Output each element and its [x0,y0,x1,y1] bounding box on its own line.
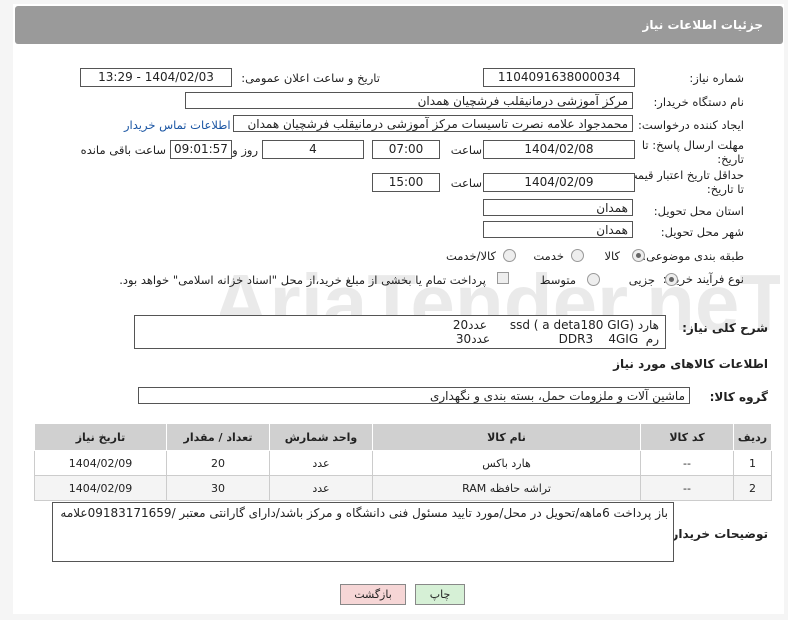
cell-code: -- [640,475,734,501]
goods-section-title: اطلاعات کالاهای مورد نیاز [613,357,768,371]
goods-group-label: گروه کالا: [709,390,768,404]
validity-label: حداقل تاریخ اعتبار قیمت: [622,168,744,182]
announce-field: 1404/02/03 - 13:29 [80,68,232,87]
page-header: جزئیات اطلاعات نیاز [15,6,783,44]
table-row: 2 -- تراشه حافظه RAM عدد 30 1404/02/09 [34,475,772,501]
validity-date-field: 1404/02/09 [483,173,635,192]
column-header-date: تاریخ نیاز [34,423,167,451]
table-header-row: ردیف کد کالا نام کالا واحد شمارش تعداد /… [34,423,772,451]
validity-time-field: 15:00 [372,173,440,192]
category-radio-both[interactable] [503,249,516,262]
cell-name: هارد باکس [372,450,641,476]
goods-table: ردیف کد کالا نام کالا واحد شمارش تعداد /… [34,423,772,501]
city-field: همدان [483,221,633,238]
column-header-name: نام کالا [372,423,641,451]
column-header-index: ردیف [733,423,772,451]
cell-qty: 30 [166,475,270,501]
category-label: طبقه بندی موضوعی: [642,249,744,263]
description-line-2: رم DDR3 4GIG عدد30 [455,332,659,346]
province-field: همدان [483,199,633,216]
category-radio-goods[interactable] [632,249,645,262]
description-field: هارد (ssd ( a deta180 GIG عدد20 رم DDR3 … [134,315,666,349]
city-label: شهر محل تحویل: [660,225,744,239]
province-label: استان محل تحویل: [653,204,744,218]
column-header-code: کد کالا [640,423,734,451]
cell-date: 1404/02/09 [34,475,167,501]
validity-time-label: ساعت [450,176,482,190]
process-option-medium: متوسط [539,273,576,287]
deadline-time-field: 07:00 [372,140,440,159]
need-number-label: شماره نیاز: [689,71,744,85]
category-option-service: خدمت [533,249,564,263]
buyer-org-label: نام دستگاه خریدار: [653,95,744,109]
contact-buyer-link[interactable]: اطلاعات تماس خریدار [124,118,231,132]
notes-field: باز پرداخت 6ماهه/تحویل در محل/مورد تایید… [52,502,674,562]
print-button[interactable]: چاپ [415,584,465,605]
announce-label: تاریخ و ساعت اعلان عمومی: [241,71,380,85]
column-header-qty: تعداد / مقدار [166,423,270,451]
category-option-both: کالا/خدمت [445,249,496,263]
description-label: شرح کلی نیاز: [682,321,768,335]
description-line-1: هارد (ssd ( a deta180 GIG عدد20 [452,318,659,332]
notes-label: توضیحات خریدار: [666,527,768,541]
deadline-label: مهلت ارسال پاسخ: تا [641,138,744,152]
cell-name: تراشه حافظه RAM [372,475,641,501]
days-label: روز و [232,143,258,157]
column-header-unit: واحد شمارش [269,423,373,451]
deadline-date-field: 1404/02/08 [483,140,635,159]
treasury-payment-checkbox[interactable] [497,272,509,284]
cell-date: 1404/02/09 [34,450,167,476]
treasury-payment-note: پرداخت تمام یا بخشی از مبلغ خرید،از محل … [119,273,486,287]
deadline-label-2: تاریخ: [717,152,744,166]
process-radio-minor[interactable] [665,273,678,286]
process-option-minor: جزیی [628,273,655,287]
table-row: 1 -- هارد باکس عدد 20 1404/02/09 [34,450,772,476]
cell-unit: عدد [269,450,373,476]
process-radio-medium[interactable] [587,273,600,286]
creator-field: محمدجواد علامه نصرت تاسیسات مرکز آموزشی … [233,115,633,132]
need-number-field: 1104091638000034 [483,68,635,87]
cell-unit: عدد [269,475,373,501]
cell-code: -- [640,450,734,476]
remaining-label: ساعت باقی مانده [80,143,166,157]
remaining-time-field: 09:01:57 [170,140,232,159]
page-title: جزئیات اطلاعات نیاز [642,18,763,32]
back-button[interactable]: بازگشت [340,584,406,605]
category-radio-service[interactable] [571,249,584,262]
cell-index: 2 [733,475,772,501]
cell-index: 1 [733,450,772,476]
goods-group-field: ماشین آلات و ملزومات حمل، بسته بندی و نگ… [138,387,690,404]
creator-label: ایجاد کننده درخواست: [638,118,744,132]
days-field: 4 [262,140,364,159]
category-option-goods: کالا [604,249,620,263]
deadline-time-label: ساعت [450,143,482,157]
buyer-org-field: مرکز آموزشی درمانیقلب فرشچیان همدان [185,92,633,109]
cell-qty: 20 [166,450,270,476]
validity-label-2: تا تاریخ: [706,182,744,196]
